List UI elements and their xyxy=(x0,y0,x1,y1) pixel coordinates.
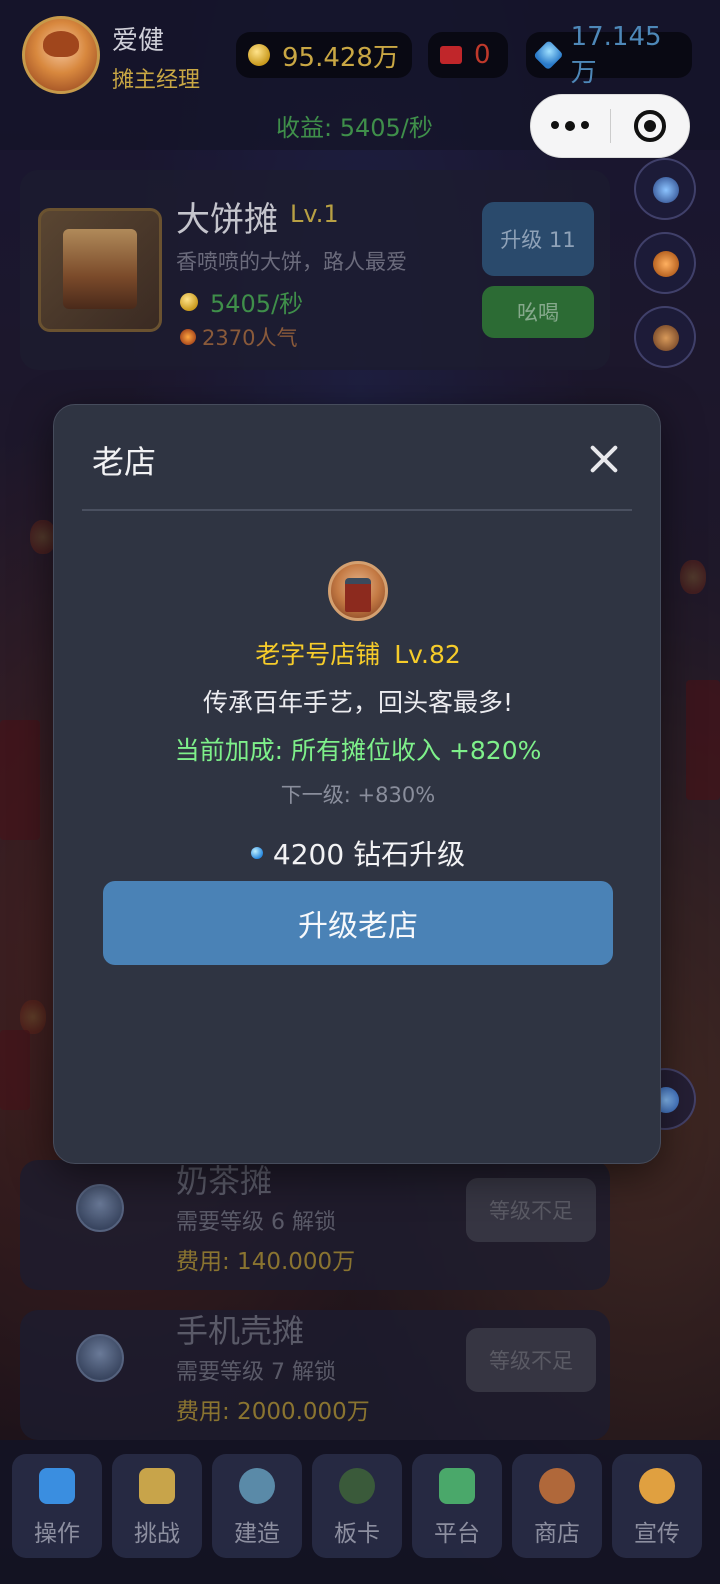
stall-name: 大饼摊 xyxy=(176,200,278,240)
card-icon xyxy=(339,1468,375,1504)
shop-level: Lv.82 xyxy=(394,640,461,669)
nav-label: 挑战 xyxy=(134,1521,180,1547)
unlock-cost: 费用: 140.000万 xyxy=(176,1249,356,1275)
stall-card-active: 大饼摊 Lv.1 香喷喷的大饼，路人最爱 5405/秒 2370人气 升级 11… xyxy=(20,170,610,370)
ticket-balance: 0 xyxy=(428,32,508,78)
upgrade-cost-text: 4200 钻石升级 xyxy=(272,838,466,871)
popularity-icon xyxy=(180,329,196,345)
stall-name: 手机壳摊 xyxy=(176,1312,305,1350)
stall-description: 香喷喷的大饼，路人最爱 xyxy=(176,250,407,274)
nav-item-platform[interactable]: 平台 xyxy=(412,1454,502,1558)
nav-label: 商店 xyxy=(534,1521,580,1547)
locked-badge-icon xyxy=(76,1184,124,1232)
dice-icon xyxy=(39,1468,75,1504)
upgrade-shop-button[interactable]: 升级老店 xyxy=(103,881,613,965)
shop-icon xyxy=(539,1468,575,1504)
nav-item-shop[interactable]: 商店 xyxy=(512,1454,602,1558)
old-shop-emblem-icon xyxy=(328,561,388,621)
coin-icon xyxy=(180,292,198,311)
unlock-requirement: 需要等级 7 解锁 xyxy=(176,1360,336,1385)
stall-image xyxy=(38,208,162,332)
gem-icon xyxy=(250,847,263,859)
ticket-value: 0 xyxy=(474,40,491,70)
nav-item-build[interactable]: 建造 xyxy=(212,1454,302,1558)
nav-item-operate[interactable]: 操作 xyxy=(12,1454,102,1558)
nav-label: 操作 xyxy=(34,1521,80,1547)
insufficient-level-button[interactable]: 等级不足 xyxy=(466,1328,596,1392)
unlock-cost: 费用: 2000.000万 xyxy=(176,1399,370,1425)
ticket-icon xyxy=(440,46,462,64)
coin-balance: 95.428万 xyxy=(236,32,412,78)
stall-card-locked: 奶茶摊 需要等级 6 解锁 费用: 140.000万 等级不足 xyxy=(20,1160,610,1290)
side-icon-1[interactable] xyxy=(634,158,696,220)
stall-level: Lv.1 xyxy=(290,200,339,228)
promo-icon xyxy=(639,1468,675,1504)
side-icon-3[interactable] xyxy=(634,306,696,368)
next-level-bonus: 下一级: +830% xyxy=(280,783,436,807)
stall-upgrade-button[interactable]: 升级 11 xyxy=(482,202,594,276)
insufficient-level-button[interactable]: 等级不足 xyxy=(466,1178,596,1242)
nav-item-card[interactable]: 板卡 xyxy=(312,1454,402,1558)
gem-balance: 17.145万 xyxy=(526,22,692,88)
more-menu-button[interactable] xyxy=(531,121,610,131)
stall-rate: 5405/秒 xyxy=(180,284,303,319)
target-icon xyxy=(633,110,666,142)
platform-icon xyxy=(439,1468,475,1504)
gem-icon xyxy=(533,39,564,71)
side-icon-2[interactable] xyxy=(634,232,696,294)
coin-icon xyxy=(248,44,270,66)
miniprogram-capsule xyxy=(530,94,690,158)
current-bonus: 当前加成: 所有摊位收入 +820% xyxy=(174,736,542,765)
nav-label: 建造 xyxy=(234,1521,280,1547)
user-name: 爱健 xyxy=(112,26,165,56)
shop-title: 老字号店铺 Lv.82 xyxy=(54,635,662,671)
gem-value: 17.145万 xyxy=(570,21,662,88)
build-icon xyxy=(239,1468,275,1504)
user-role: 摊主经理 xyxy=(112,68,201,93)
nav-item-promo[interactable]: 宣传 xyxy=(612,1454,702,1558)
stall-popularity-value: 2370人气 xyxy=(202,326,298,350)
shop-description: 传承百年手艺，回头客最多! xyxy=(202,688,514,717)
nav-item-challenge[interactable]: 挑战 xyxy=(112,1454,202,1558)
shop-name: 老字号店铺 xyxy=(255,640,381,669)
challenge-icon xyxy=(139,1468,175,1504)
dialog-divider xyxy=(82,509,632,511)
stall-rate-value: 5405/秒 xyxy=(210,290,304,318)
old-shop-dialog: 老店 老字号店铺 Lv.82 传承百年手艺，回头客最多! 当前加成: 所有摊位收入… xyxy=(53,404,661,1164)
nav-label: 平台 xyxy=(434,1521,480,1547)
nav-label: 板卡 xyxy=(334,1521,380,1547)
close-icon[interactable] xyxy=(584,439,624,479)
stall-popularity: 2370人气 xyxy=(180,322,297,352)
stall-call-button[interactable]: 吆喝 xyxy=(482,286,594,338)
coin-value: 95.428万 xyxy=(282,42,399,73)
unlock-requirement: 需要等级 6 解锁 xyxy=(176,1210,336,1235)
stall-card-locked: 手机壳摊 需要等级 7 解锁 费用: 2000.000万 等级不足 xyxy=(20,1310,610,1440)
avatar[interactable] xyxy=(22,16,100,94)
dialog-title: 老店 xyxy=(92,443,157,481)
income-rate: 收益: 5405/秒 xyxy=(276,114,433,142)
locked-badge-icon xyxy=(76,1334,124,1382)
bottom-nav: 操作 挑战 建造 板卡 平台 商店 宣传 xyxy=(0,1440,720,1584)
upgrade-cost: 4200 钻石升级 xyxy=(54,833,662,873)
exit-miniprogram-button[interactable] xyxy=(611,110,690,142)
nav-label: 宣传 xyxy=(634,1521,680,1547)
